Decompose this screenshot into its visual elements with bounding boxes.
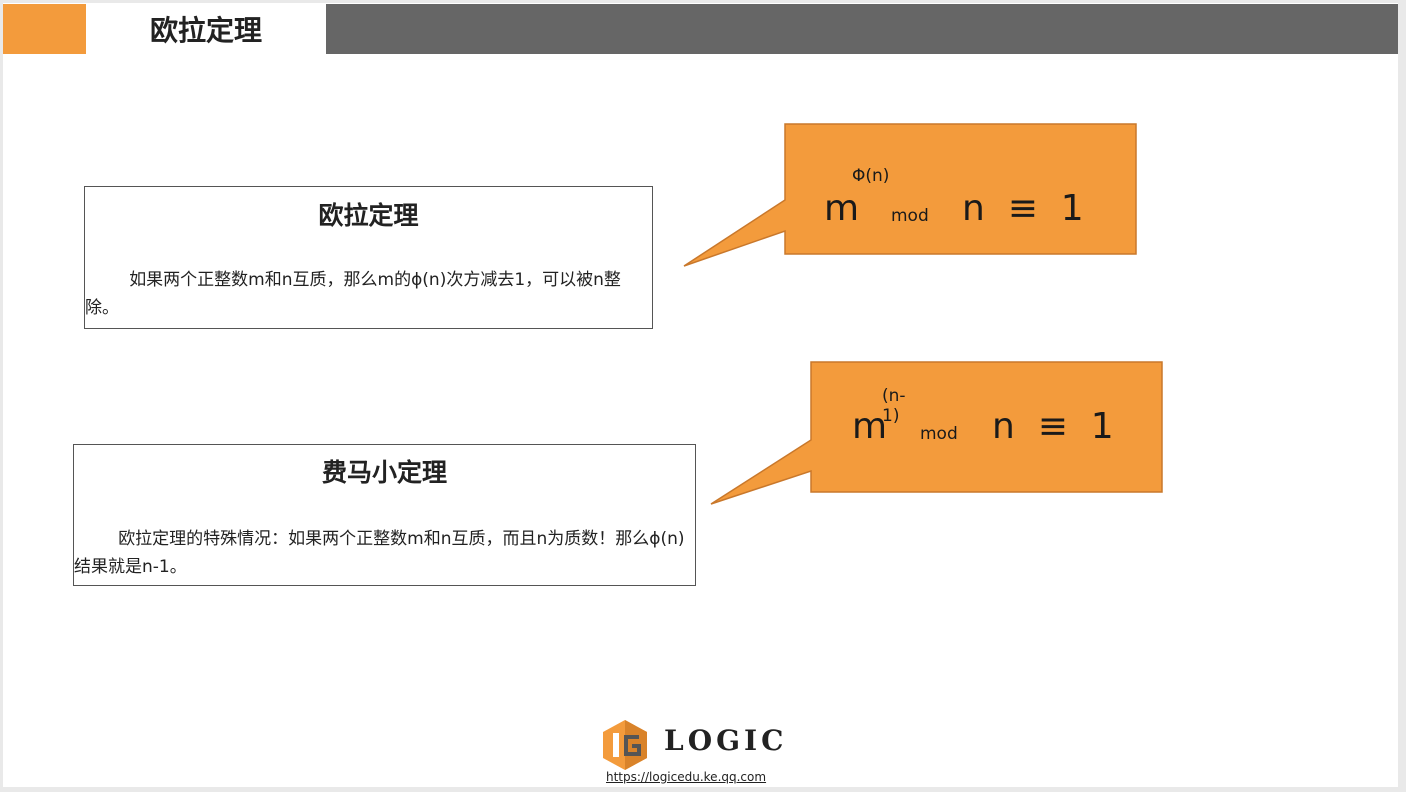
fermat-formula-mod: mod	[920, 424, 958, 444]
logo-wordmark: LOGIC	[664, 724, 788, 757]
course-url-link[interactable]: https://logicedu.ke.qq.com	[606, 770, 766, 784]
fermat-formula-base: m	[852, 406, 888, 447]
logic-hexagon-icon	[603, 720, 647, 770]
euler-formula-mod: mod	[891, 206, 929, 226]
logic-logo: LOGIC https://logicedu.ke.qq.com	[598, 716, 798, 786]
fermat-formula-congruence: n ≡ 1	[992, 406, 1114, 447]
euler-formula-exponent: Φ(n)	[852, 166, 890, 186]
euler-formula-congruence: n ≡ 1	[962, 188, 1084, 229]
euler-formula-base: m	[824, 188, 860, 229]
callout-shapes	[683, 123, 1163, 505]
